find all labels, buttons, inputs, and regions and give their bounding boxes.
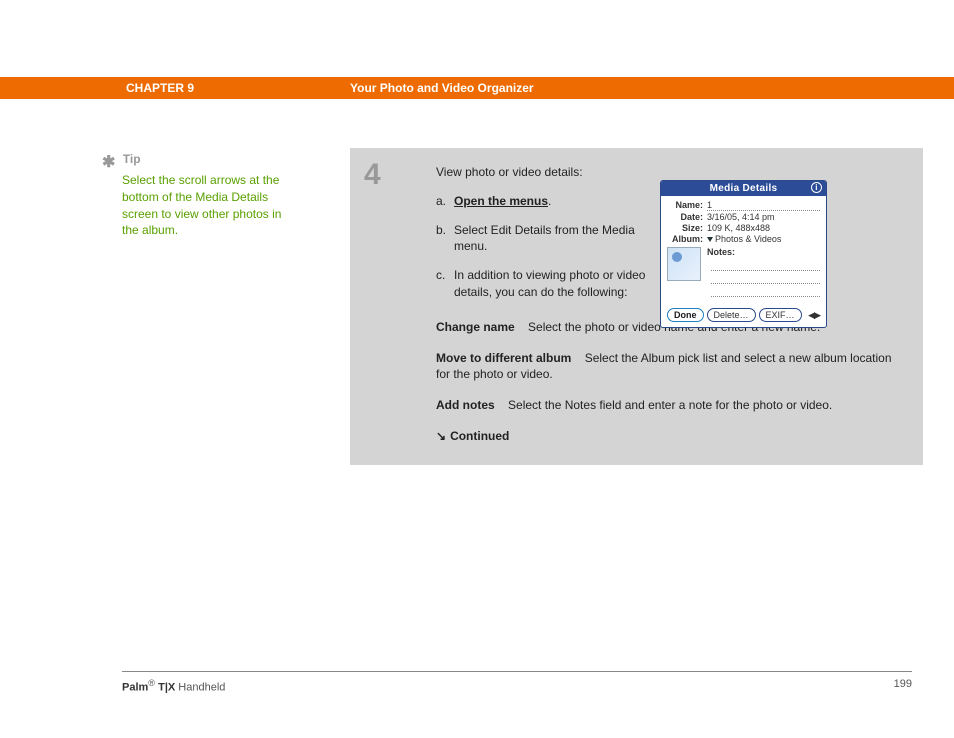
para-lead: Change name bbox=[436, 320, 515, 334]
exif-button[interactable]: EXIF… bbox=[759, 308, 802, 322]
label-name: Name: bbox=[667, 200, 707, 211]
value-size: 109 K, 488x488 bbox=[707, 223, 820, 233]
continued-label: Continued bbox=[450, 429, 509, 443]
notes-area[interactable] bbox=[711, 261, 820, 297]
para-lead: Add notes bbox=[436, 398, 495, 412]
brand-pre: Palm bbox=[122, 682, 148, 694]
scroll-arrows-icon[interactable]: ◀▶ bbox=[808, 310, 820, 321]
para-add-notes: Add notes Select the Notes field and ent… bbox=[436, 397, 895, 414]
step-item-letter: c. bbox=[436, 267, 445, 284]
step-detail-paragraphs: Change name Select the photo or video na… bbox=[436, 319, 895, 445]
row-date: Date: 3/16/05, 4:14 pm bbox=[667, 212, 820, 222]
delete-button[interactable]: Delete… bbox=[707, 308, 756, 322]
tip-label: Tip bbox=[123, 152, 141, 166]
step-number: 4 bbox=[364, 158, 381, 192]
chevron-down-icon bbox=[707, 237, 713, 242]
row-size: Size: 109 K, 488x488 bbox=[667, 223, 820, 233]
album-value-text: Photos & Videos bbox=[715, 234, 781, 244]
notes-line bbox=[711, 261, 820, 271]
footer-brand: Palm® T|X Handheld bbox=[122, 678, 225, 694]
device-titlebar: Media Details i bbox=[661, 181, 826, 196]
step-item-letter: a. bbox=[436, 193, 446, 210]
instructions-intro: View photo or video details: bbox=[436, 164, 651, 181]
value-date: 3/16/05, 4:14 pm bbox=[707, 212, 820, 222]
section-title: Your Photo and Video Organizer bbox=[350, 81, 534, 95]
step-item-a: a. Open the menus. bbox=[436, 193, 651, 210]
label-album: Album: bbox=[667, 234, 707, 244]
notes-line bbox=[711, 274, 820, 284]
open-menus-link[interactable]: Open the menus bbox=[454, 194, 548, 208]
asterisk-icon: ✱ bbox=[102, 152, 115, 172]
page-number: 199 bbox=[894, 678, 912, 690]
value-album[interactable]: Photos & Videos bbox=[707, 234, 820, 244]
tip-block: ✱ Tip Select the scroll arrows at the bo… bbox=[102, 152, 282, 239]
media-details-screenshot: Media Details i Name: 1 Date: 3/16/05, 4… bbox=[660, 180, 827, 328]
device-body: Name: 1 Date: 3/16/05, 4:14 pm Size: 109… bbox=[661, 196, 826, 304]
instructions: View photo or video details: a. Open the… bbox=[436, 164, 651, 301]
continued-arrow-icon: ↘ bbox=[436, 429, 446, 443]
photo-thumbnail[interactable] bbox=[667, 247, 701, 281]
value-name[interactable]: 1 bbox=[707, 200, 820, 211]
row-notes: Notes: bbox=[707, 247, 820, 257]
footer-divider bbox=[122, 671, 912, 672]
brand-rest: Handheld bbox=[175, 682, 225, 694]
device-title: Media Details bbox=[710, 183, 778, 194]
para-move-album: Move to different album Select the Album… bbox=[436, 350, 895, 384]
step-item-letter: b. bbox=[436, 222, 446, 239]
step-item-b: b. Select Edit Details from the Media me… bbox=[436, 222, 651, 256]
tip-text: Select the scroll arrows at the bottom o… bbox=[122, 172, 282, 239]
label-size: Size: bbox=[667, 223, 707, 233]
thumb-notes-wrap: Notes: bbox=[667, 245, 820, 300]
row-album: Album: Photos & Videos bbox=[667, 234, 820, 244]
device-buttons: Done Delete… EXIF… ◀▶ bbox=[661, 304, 826, 327]
continued-indicator: ↘ Continued bbox=[436, 428, 895, 445]
info-icon[interactable]: i bbox=[811, 182, 822, 193]
step-item-c: c. In addition to viewing photo or video… bbox=[436, 267, 651, 301]
step-item-c-text: In addition to viewing photo or video de… bbox=[454, 268, 645, 299]
step-item-b-text: Select Edit Details from the Media menu. bbox=[454, 223, 635, 254]
chapter-label: CHAPTER 9 bbox=[126, 81, 194, 95]
row-name: Name: 1 bbox=[667, 200, 820, 211]
step-card: 4 View photo or video details: a. Open t… bbox=[350, 148, 923, 465]
notes-line bbox=[711, 287, 820, 297]
label-notes: Notes: bbox=[707, 247, 739, 257]
para-body: Select the Notes field and enter a note … bbox=[508, 398, 832, 412]
brand-mid: T|X bbox=[155, 682, 175, 694]
label-date: Date: bbox=[667, 212, 707, 222]
chapter-header: CHAPTER 9 Your Photo and Video Organizer bbox=[0, 77, 954, 99]
done-button[interactable]: Done bbox=[667, 308, 704, 322]
step-item-a-suffix: . bbox=[548, 194, 551, 208]
para-lead: Move to different album bbox=[436, 351, 571, 365]
